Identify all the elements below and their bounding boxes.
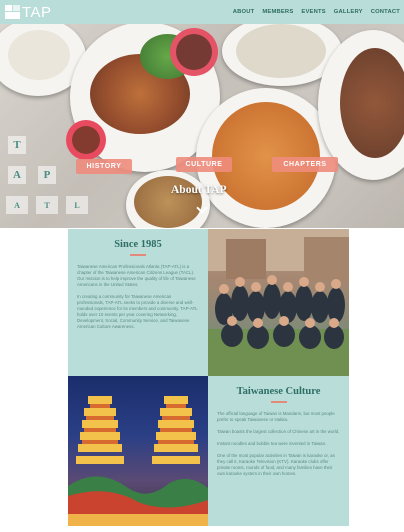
temple-photo-art: [68, 396, 208, 526]
site-logo[interactable]: TAP: [5, 4, 52, 21]
team-photo-art: [208, 229, 349, 376]
title-underline: [130, 254, 146, 256]
tile-l-small: L: [66, 196, 88, 214]
culture-title: Taiwanese Culture: [236, 386, 321, 397]
nav-gallery[interactable]: GALLERY: [334, 9, 363, 15]
nav-links: ABOUT MEMBERS EVENTS GALLERY CONTACT: [233, 9, 400, 15]
tile-t: T: [8, 136, 26, 154]
temple-photo: [68, 376, 208, 526]
about-grid: Since 1985 Taiwanese American Profession…: [68, 229, 349, 526]
top-nav: TAP ABOUT MEMBERS EVENTS GALLERY CONTACT: [0, 0, 404, 24]
culture-para-3: Instant noodles and bubble tea were inve…: [217, 440, 327, 446]
culture-para-1: The official language of Taiwan is Manda…: [217, 410, 335, 422]
since-title: Since 1985: [114, 239, 162, 250]
culture-button[interactable]: CULTURE: [176, 157, 232, 172]
since-para-1: Taiwanese American Professionals Atlanta…: [77, 263, 196, 287]
nav-contact[interactable]: CONTACT: [371, 9, 400, 15]
culture-section: Taiwanese Culture The official language …: [208, 376, 349, 526]
nav-about[interactable]: ABOUT: [233, 9, 255, 15]
logo-text: TAP: [22, 3, 52, 21]
culture-para-4: One of the most popular activities in Ta…: [217, 452, 335, 476]
hero-banner: T A P A T L HISTORY CULTURE CHAPTERS Abo…: [0, 24, 404, 228]
culture-para-2: Taiwan boasts the largest collection of …: [217, 428, 340, 434]
nav-events[interactable]: EVENTS: [301, 9, 325, 15]
tile-p: P: [38, 166, 56, 184]
since-para-2: In creating a community for Taiwanese Am…: [77, 293, 198, 329]
history-button[interactable]: HISTORY: [76, 159, 132, 174]
tile-a-small: A: [6, 196, 28, 214]
hero-title: About TAP: [171, 184, 227, 196]
tile-t-small: T: [36, 196, 58, 214]
team-photo: [208, 229, 349, 376]
since-section: Since 1985 Taiwanese American Profession…: [68, 229, 208, 376]
tile-a: A: [8, 166, 26, 184]
chapters-button[interactable]: CHAPTERS: [272, 157, 338, 172]
title-underline: [270, 401, 287, 403]
logo-mark-icon: [5, 5, 20, 19]
nav-members[interactable]: MEMBERS: [262, 9, 293, 15]
